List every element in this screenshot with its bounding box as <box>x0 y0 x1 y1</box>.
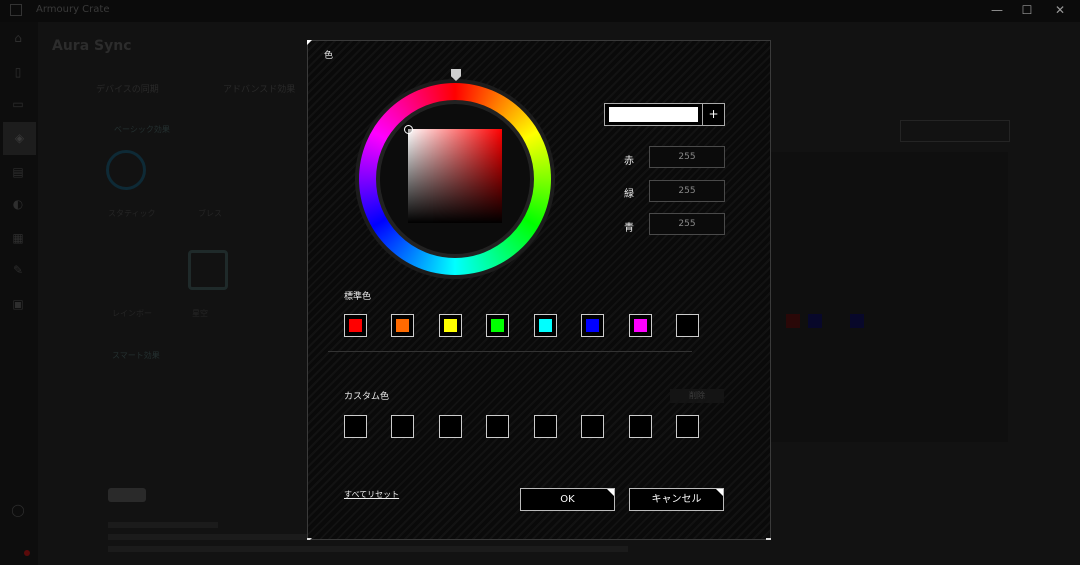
reset-all-link[interactable]: すべてリセット <box>344 489 399 500</box>
home-icon[interactable]: ⌂ <box>8 28 28 48</box>
saturation-value-square[interactable] <box>408 129 502 223</box>
close-button[interactable]: ✕ <box>1043 0 1077 20</box>
custom-color-swatch-7[interactable] <box>629 415 652 438</box>
bg-toggle[interactable] <box>108 488 146 502</box>
notification-dot <box>24 550 30 556</box>
aura-sync-icon[interactable]: ◈ <box>3 122 36 155</box>
custom-color-swatch-2[interactable] <box>391 415 414 438</box>
ok-button[interactable]: OK <box>520 488 615 511</box>
smart-effects-heading: スマート効果 <box>112 351 160 360</box>
standard-color-swatch-1[interactable] <box>344 314 367 337</box>
standard-color-swatch-6[interactable] <box>581 314 604 337</box>
bg-purple-swatch <box>850 314 864 328</box>
device-icon[interactable]: ▯ <box>8 62 28 82</box>
corner-accent <box>307 538 312 540</box>
scenario-icon[interactable]: ▤ <box>8 162 28 182</box>
standard-color-swatch-fill <box>491 319 504 332</box>
gamevisual-icon[interactable]: ◐ <box>8 194 28 214</box>
minimize-button[interactable]: — <box>980 0 1014 20</box>
breathing-effect-label: ブレス <box>198 209 222 218</box>
app-logo-icon <box>10 4 22 16</box>
standard-color-swatch-fill <box>349 319 362 332</box>
maximize-button[interactable]: ☐ <box>1010 0 1044 20</box>
standard-color-swatch-fill <box>634 319 647 332</box>
blue-label: 青 <box>624 223 634 234</box>
effect-settings-panel <box>768 152 1008 442</box>
bg-text-line <box>108 546 628 552</box>
standard-color-swatch-7[interactable] <box>629 314 652 337</box>
dialog-title: 色 <box>324 51 334 61</box>
saturation-value-cursor[interactable] <box>404 125 413 134</box>
rainbow-effect-label: レインボー <box>112 309 152 318</box>
section-divider <box>328 351 692 352</box>
color-preview-fill <box>609 107 698 122</box>
library-icon[interactable]: ▦ <box>8 228 28 248</box>
delete-custom-color-button[interactable]: 削除 <box>670 389 724 403</box>
green-input[interactable]: 255 <box>649 180 725 202</box>
standard-color-swatch-8[interactable] <box>676 314 699 337</box>
bg-text-line <box>108 522 218 528</box>
cancel-button[interactable]: キャンセル <box>629 488 724 511</box>
standard-color-swatch-fill <box>586 319 599 332</box>
add-custom-color-button[interactable]: + <box>702 103 725 126</box>
blue-input[interactable]: 255 <box>649 213 725 235</box>
static-effect-label: スタティック <box>108 209 156 218</box>
standard-color-swatch-2[interactable] <box>391 314 414 337</box>
static-effect-icon[interactable] <box>106 150 146 190</box>
standard-color-swatch-3[interactable] <box>439 314 462 337</box>
custom-colors-label: カスタム色 <box>344 392 390 402</box>
settings-dropdown[interactable] <box>900 120 1010 142</box>
standard-color-swatch-4[interactable] <box>486 314 509 337</box>
custom-color-swatch-4[interactable] <box>486 415 509 438</box>
user-icon[interactable]: ◯ <box>8 500 28 520</box>
red-label: 赤 <box>624 156 634 167</box>
standard-color-swatch-fill <box>444 319 457 332</box>
standard-colors-label: 標準色 <box>344 292 372 302</box>
bg-blue-swatch <box>808 314 822 328</box>
corner-accent <box>307 40 312 45</box>
standard-color-swatch-fill <box>539 319 552 332</box>
tab-device-sync[interactable]: デバイスの同期 <box>96 82 159 95</box>
green-label: 緑 <box>624 189 634 200</box>
monitor-icon[interactable]: ▭ <box>8 94 28 114</box>
news-icon[interactable]: ▣ <box>8 294 28 314</box>
sidebar: ⌂ ▯ ▭ ◈ ▤ ◐ ▦ ✎ ▣ ◯ <box>0 22 38 565</box>
title-bar: Armoury Crate — ☐ ✕ <box>0 0 1080 22</box>
color-preview <box>604 103 703 126</box>
basic-effects-heading: ベーシック効果 <box>114 125 170 134</box>
app-title: Armoury Crate <box>36 4 110 15</box>
custom-color-swatch-8[interactable] <box>676 415 699 438</box>
standard-color-swatch-5[interactable] <box>534 314 557 337</box>
custom-color-swatch-5[interactable] <box>534 415 557 438</box>
red-input[interactable]: 255 <box>649 146 725 168</box>
starry-effect-icon[interactable] <box>188 250 228 290</box>
custom-color-swatch-1[interactable] <box>344 415 367 438</box>
custom-color-swatch-6[interactable] <box>581 415 604 438</box>
starry-effect-label: 星空 <box>192 309 208 318</box>
corner-accent <box>766 538 771 540</box>
color-picker-dialog: 色 + 赤 255 緑 255 青 255 標準色 カスタム色 削除 すべてリセ… <box>307 40 771 540</box>
bg-red-swatch <box>786 314 800 328</box>
standard-color-swatch-fill <box>396 319 409 332</box>
page-title: Aura Sync <box>52 38 132 54</box>
tab-advanced-effects[interactable]: アドバンスド効果 <box>223 82 295 95</box>
tools-icon[interactable]: ✎ <box>8 260 28 280</box>
custom-color-swatch-3[interactable] <box>439 415 462 438</box>
